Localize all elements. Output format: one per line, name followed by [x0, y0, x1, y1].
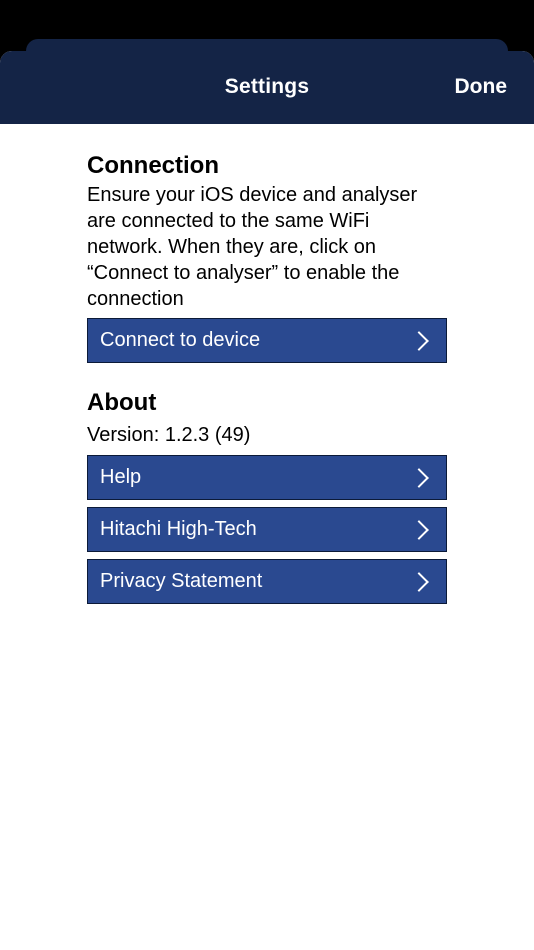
- connection-description: Ensure your iOS device and analyser are …: [87, 184, 418, 310]
- settings-content: Connection Ensure your iOS device and an…: [87, 151, 447, 604]
- done-button[interactable]: Done: [455, 75, 508, 99]
- navigation-bar: Settings Done: [0, 51, 534, 124]
- about-section: About Version: 1.2.3 (49) Help Hitachi H…: [87, 388, 447, 604]
- about-title: About: [87, 389, 157, 416]
- connection-section: Connection Ensure your iOS device and an…: [87, 151, 447, 363]
- connect-to-device-label: Connect to device: [100, 329, 261, 351]
- help-label: Help: [100, 466, 142, 488]
- help-button[interactable]: Help: [87, 455, 447, 500]
- hitachi-high-tech-button[interactable]: Hitachi High-Tech: [87, 507, 447, 552]
- privacy-statement-button[interactable]: Privacy Statement: [87, 559, 447, 604]
- chevron-right-icon: [409, 571, 429, 592]
- chevron-right-icon: [409, 519, 429, 540]
- version-text: Version: 1.2.3 (49): [87, 424, 251, 446]
- connection-title: Connection: [87, 152, 219, 179]
- connect-to-device-button[interactable]: Connect to device: [87, 318, 447, 363]
- privacy-statement-label: Privacy Statement: [100, 570, 263, 592]
- chevron-right-icon: [409, 330, 429, 351]
- chevron-right-icon: [409, 467, 429, 488]
- settings-sheet: Settings Done Connection Ensure your iOS…: [0, 51, 534, 950]
- hitachi-high-tech-label: Hitachi High-Tech: [100, 518, 257, 540]
